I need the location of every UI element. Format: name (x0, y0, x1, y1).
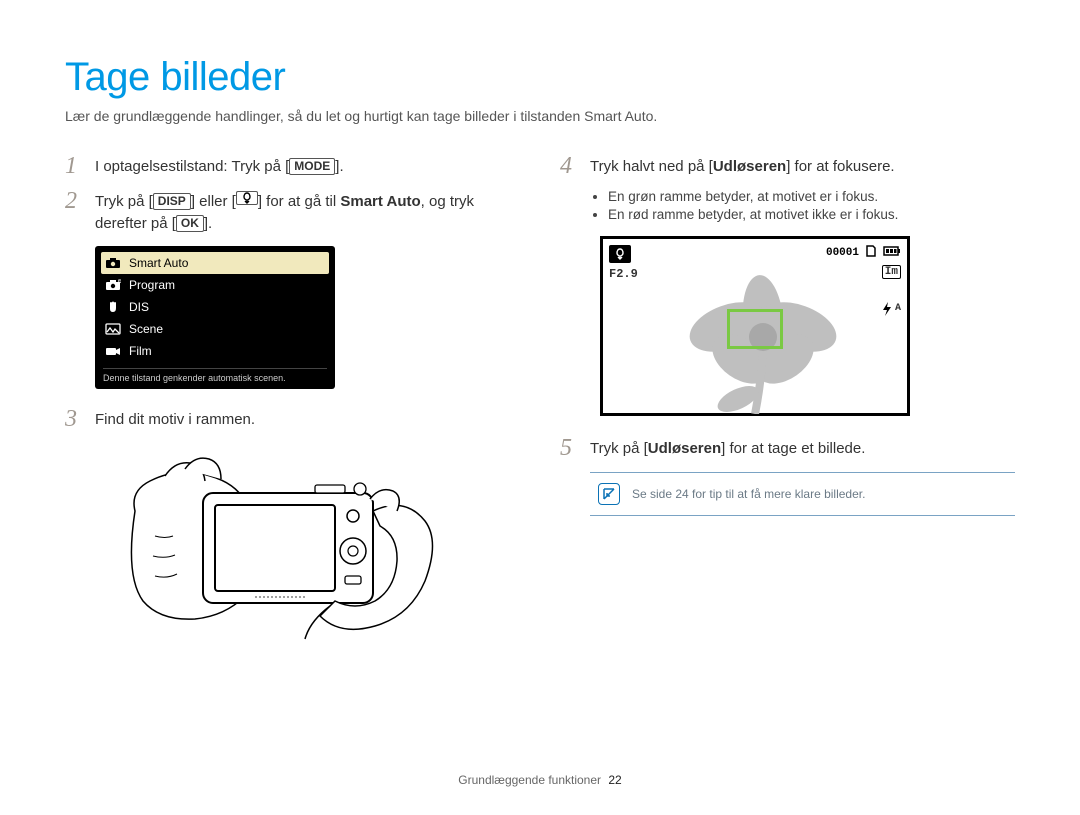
text: Tryk halvt ned på [ (590, 158, 713, 175)
left-column: 1 I optagelsestilstand: Tryk på [MODE]. … (65, 154, 520, 641)
mode-item-program: P Program (95, 274, 335, 296)
text: ] for at tage et billede. (721, 440, 865, 457)
note-text: Se side 24 for tip til at få mere klare … (632, 487, 865, 501)
film-icon (105, 344, 121, 358)
page-footer: Grundlæggende funktioner 22 (0, 773, 1080, 787)
mode-label: Scene (129, 322, 163, 336)
step-4: 4 Tryk halvt ned på [Udløseren] for at f… (560, 154, 1015, 179)
page-title: Tage billeder (65, 55, 1015, 100)
scene-icon (105, 322, 121, 336)
step-text: Find dit motiv i rammen. (95, 407, 255, 432)
step-text: Tryk på [Udløseren] for at tage et bille… (590, 436, 865, 461)
camera-program-icon: P (105, 278, 121, 292)
mode-label: DIS (129, 300, 149, 314)
mode-label: Program (129, 278, 175, 292)
macro-icon (236, 191, 258, 205)
mode-item-dis: DIS (95, 296, 335, 318)
footer-page-number: 22 (608, 773, 621, 787)
text: Tryk på [ (95, 193, 153, 210)
text: ] eller [ (191, 193, 236, 210)
step-number: 5 (560, 436, 580, 460)
hand-dis-icon (105, 300, 121, 314)
step-1: 1 I optagelsestilstand: Tryk på [MODE]. (65, 154, 520, 179)
memory-card-icon (865, 244, 877, 262)
page-subtitle: Lær de grundlæggende handlinger, så du l… (65, 108, 1015, 124)
text: Tryk på [ (590, 440, 648, 457)
flash-auto-label: A (895, 303, 901, 314)
text: ]. (204, 215, 212, 232)
disp-button-label: DISP (153, 193, 191, 210)
svg-text:P: P (118, 280, 121, 286)
mode-menu: Smart Auto P Program DIS Scene (95, 246, 335, 389)
shutter-label: Udløseren (713, 158, 786, 175)
text: I optagelsestilstand: Tryk på [ (95, 158, 289, 175)
step-number: 1 (65, 154, 85, 178)
camera-in-hands-illustration (125, 441, 435, 641)
step-text: Tryk halvt ned på [Udløseren] for at fok… (590, 154, 895, 179)
step-3: 3 Find dit motiv i rammen. (65, 407, 520, 432)
flash-icon (881, 301, 893, 317)
battery-icon (883, 245, 901, 261)
focus-hint-bullets: En grøn ramme betyder, at motivet er i f… (608, 189, 1015, 222)
mode-item-smart-auto: Smart Auto (101, 252, 329, 274)
step-number: 3 (65, 407, 85, 431)
right-column: 4 Tryk halvt ned på [Udløseren] for at f… (560, 154, 1015, 641)
step-number: 4 (560, 154, 580, 178)
bullet-green: En grøn ramme betyder, at motivet er i f… (608, 189, 1015, 204)
mode-button-label: MODE (289, 158, 335, 175)
mode-item-film: Film (95, 340, 335, 362)
mode-caption: Denne tilstand genkender automatisk scen… (103, 368, 327, 383)
tip-note: Se side 24 for tip til at få mere klare … (590, 472, 1015, 516)
footer-section: Grundlæggende funktioner (458, 773, 601, 787)
flash-auto-badge: A (881, 301, 901, 317)
step-5: 5 Tryk på [Udløseren] for at tage et bil… (560, 436, 1015, 461)
text: ] for at fokusere. (786, 158, 894, 175)
mode-label: Smart Auto (129, 256, 188, 270)
text: ]. (335, 158, 343, 175)
note-icon (598, 483, 620, 505)
text: ] for at gå til (258, 193, 341, 210)
mode-label: Film (129, 344, 152, 358)
macro-badge-icon (609, 245, 631, 263)
shutter-label: Udløseren (648, 440, 721, 457)
aperture-value: F2.9 (609, 267, 638, 281)
image-size-badge: Im (882, 265, 901, 279)
ok-button-label: OK (176, 215, 204, 232)
mode-item-scene: Scene (95, 318, 335, 340)
camera-smart-icon (105, 256, 121, 270)
step-text: I optagelsestilstand: Tryk på [MODE]. (95, 154, 344, 179)
step-2: 2 Tryk på [DISP] eller [ ] for at gå til … (65, 189, 520, 236)
bullet-red: En rød ramme betyder, at motivet ikke er… (608, 207, 1015, 222)
step-number: 2 (65, 189, 85, 213)
focus-rectangle (727, 309, 783, 349)
lcd-preview: 00001 F2.9 Im A (600, 236, 910, 416)
step-text: Tryk på [DISP] eller [ ] for at gå til Sm… (95, 189, 520, 236)
smart-auto-label: Smart Auto (340, 193, 420, 210)
